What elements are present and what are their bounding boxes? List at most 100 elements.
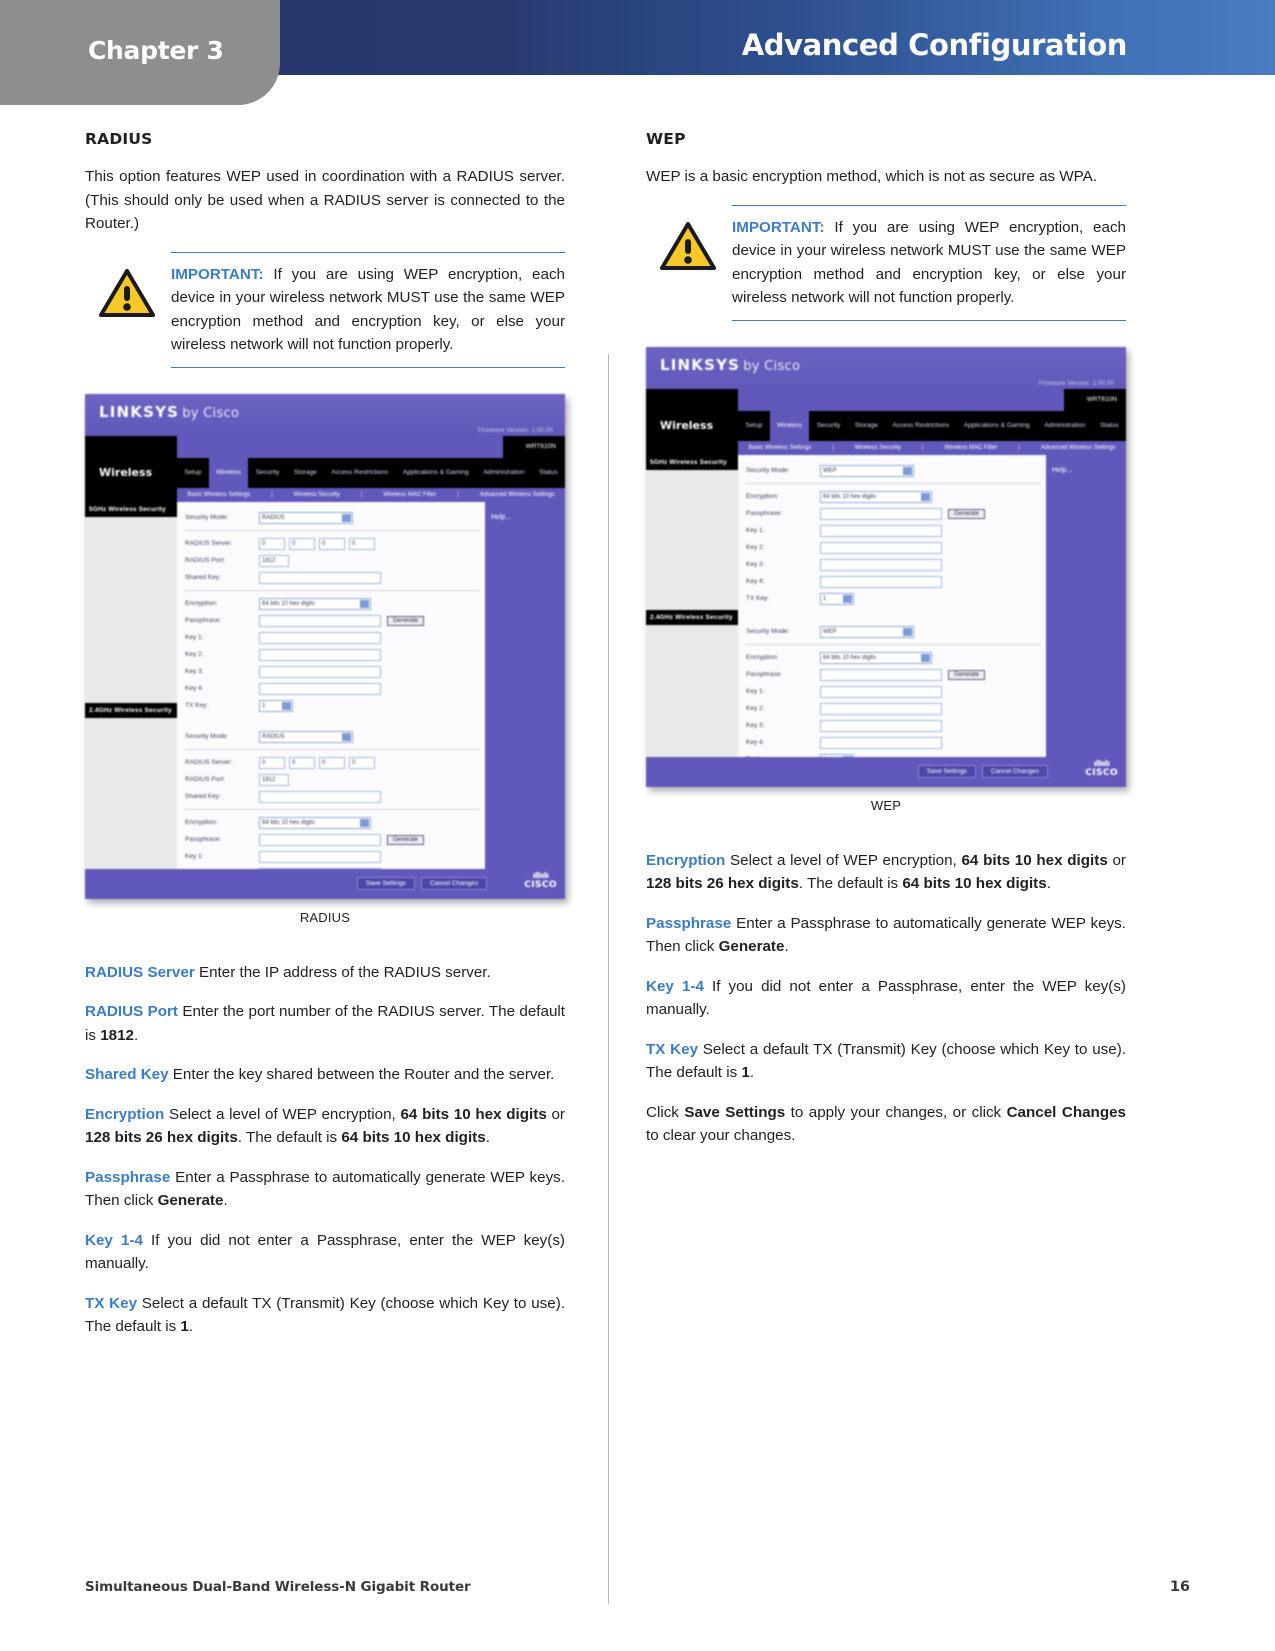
entry-txkey-right: TX Key Select a default TX (Transmit) Ke… (646, 1038, 1126, 1085)
term-label: Passphrase (85, 1168, 171, 1186)
input-key2-5g[interactable] (820, 541, 942, 554)
router-ui-radius: LINKSYS by Cisco Firmware Version: 1.00.0… (85, 393, 565, 899)
select-encryption-5g[interactable]: 64 bits 10 hex digits (259, 597, 371, 610)
warning-triangle-icon (660, 221, 716, 270)
ip-octet-4-24g[interactable]: 0 (349, 756, 375, 769)
input-shared-key-24g[interactable] (259, 790, 381, 803)
subnav-sep-2: | (921, 444, 924, 451)
ip-octet-2-24g[interactable]: 0 (289, 756, 315, 769)
important-callout-wep: IMPORTANT: If you are using WEP encrypti… (646, 204, 1126, 325)
input-key1-5g[interactable] (820, 524, 942, 537)
router-tab-applications-gaming[interactable]: Applications & Gaming (957, 422, 1037, 430)
input-passphrase-24g[interactable] (820, 668, 942, 681)
generate-button-5g[interactable]: Generate (948, 508, 986, 519)
select-security-mode-5g[interactable]: WEP (820, 464, 914, 477)
input-radius-server-5g[interactable]: 0 0 0 0 (259, 537, 375, 550)
input-key3-5g[interactable] (259, 665, 381, 678)
router-tab-security[interactable]: Security (809, 422, 847, 430)
router-tab-administration[interactable]: Administration (1037, 422, 1093, 430)
ip-octet-2-5g[interactable]: 0 (289, 537, 315, 550)
input-key3-5g[interactable] (820, 558, 942, 571)
help-label[interactable]: Help... (1052, 467, 1072, 474)
generate-button-24g[interactable]: Generate (948, 669, 986, 680)
input-passphrase-5g[interactable] (820, 507, 942, 520)
select-txkey-5g[interactable]: 1 (820, 592, 854, 605)
form-row-shared-key-24g: Shared Key: (185, 790, 479, 803)
router-tab-access-restrictions[interactable]: Access Restrictions (885, 422, 956, 430)
router-tab-wireless[interactable]: Wireless (208, 457, 249, 488)
input-passphrase-24g[interactable] (259, 833, 381, 846)
emphasis-text: 64 bits 10 hex digits (961, 851, 1108, 869)
input-key1-24g[interactable] (820, 685, 942, 698)
router-tab-wireless[interactable]: Wireless (769, 410, 810, 441)
router-subtab-advanced-wireless-settings[interactable]: Advanced Wireless Settings (1041, 445, 1116, 451)
router-subtab-wireless-security[interactable]: Wireless Security (294, 492, 340, 498)
input-passphrase-5g[interactable] (259, 614, 381, 627)
input-key2-24g[interactable] (820, 702, 942, 715)
save-settings-button[interactable]: Save Settings (917, 765, 976, 778)
router-subtab-wireless-security[interactable]: Wireless Security (855, 445, 901, 451)
router-tab-setup[interactable]: Setup (177, 469, 209, 477)
router-tab-applications-gaming[interactable]: Applications & Gaming (396, 469, 476, 477)
router-side-panel: 5GHz Wireless Security 2.4GHz Wireless S… (646, 454, 738, 757)
input-key1-24g[interactable] (259, 850, 381, 863)
label-key3-5g: Key 3: (746, 561, 765, 568)
router-subtab-wireless-mac-filter[interactable]: Wireless MAC Filter (383, 492, 436, 498)
router-tab-administration[interactable]: Administration (476, 469, 532, 477)
save-settings-button[interactable]: Save Settings (356, 877, 415, 890)
input-shared-key-5g[interactable] (259, 571, 381, 584)
input-key1-5g[interactable] (259, 631, 381, 644)
router-tab-access-restrictions[interactable]: Access Restrictions (324, 469, 395, 477)
router-subnav-items: Basic Wireless Settings | Wireless Securi… (177, 487, 565, 502)
ip-octet-1-5g[interactable]: 0 (259, 537, 285, 550)
ip-octet-4-5g[interactable]: 0 (349, 537, 375, 550)
select-txkey-5g[interactable]: 1 (259, 699, 293, 712)
router-subtab-basic-wireless-settings[interactable]: Basic Wireless Settings (187, 492, 250, 498)
router-subtab-wireless-mac-filter[interactable]: Wireless MAC Filter (944, 445, 997, 451)
select-encryption-24g[interactable]: 64 bits 10 hex digits (820, 651, 932, 664)
select-security-mode-24g[interactable]: WEP (820, 625, 914, 638)
definition-text: . The default is (237, 1129, 342, 1146)
router-tab-storage[interactable]: Storage (848, 422, 886, 430)
select-security-mode-24g[interactable]: RADIUS (259, 730, 353, 743)
router-tab-storage[interactable]: Storage (287, 469, 325, 477)
router-tab-setup[interactable]: Setup (738, 422, 770, 430)
router-tabs: Setup Wireless Security Storage Access R… (738, 410, 1126, 441)
entry-passphrase-right: Passphrase Enter a Passphrase to automat… (646, 912, 1126, 959)
emphasis-text: 128 bits 26 hex digits (646, 875, 799, 892)
router-tab-status[interactable]: Status (532, 469, 565, 477)
input-key3-24g[interactable] (820, 719, 942, 732)
left-column: RADIUS This option features WEP used in … (85, 130, 565, 1339)
ip-octet-3-5g[interactable]: 0 (319, 537, 345, 550)
input-radius-port-5g[interactable]: 1812 (259, 554, 289, 567)
router-tab-security[interactable]: Security (248, 469, 286, 477)
ip-octet-3-24g[interactable]: 0 (319, 756, 345, 769)
select-encryption-24g[interactable]: 64 bits 10 hex digits (259, 816, 371, 829)
router-subtab-advanced-wireless-settings[interactable]: Advanced Wireless Settings (480, 492, 555, 498)
cancel-changes-button[interactable]: Cancel Changes (420, 877, 487, 890)
emphasis-text: 64 bits 10 hex digits (902, 875, 1047, 892)
ip-octet-1-24g[interactable]: 0 (259, 756, 285, 769)
select-encryption-5g[interactable]: 64 bits 10 hex digits (820, 490, 932, 503)
by-cisco-text: by Cisco (182, 405, 240, 421)
subnav-sep-2: | (360, 491, 363, 498)
router-tab-status[interactable]: Status (1093, 422, 1126, 430)
input-radius-server-24g[interactable]: 0 0 0 0 (259, 756, 375, 769)
generate-button-24g[interactable]: Generate (387, 834, 425, 845)
subnav-sep-3: | (1018, 444, 1020, 451)
side-section-5ghz: 5GHz Wireless Security (646, 454, 738, 470)
input-key2-5g[interactable] (259, 648, 381, 661)
router-subtab-basic-wireless-settings[interactable]: Basic Wireless Settings (748, 445, 811, 451)
form-divider-24g-1 (185, 748, 479, 750)
input-key4-24g[interactable] (820, 736, 942, 749)
select-security-mode-5g[interactable]: RADIUS (259, 511, 353, 524)
generate-button-5g[interactable]: Generate (387, 615, 425, 626)
cancel-changes-button[interactable]: Cancel Changes (981, 765, 1048, 778)
form-divider-5g-1 (185, 529, 479, 531)
input-key4-5g[interactable] (820, 575, 942, 588)
term-label: Passphrase (646, 914, 732, 932)
input-radius-port-24g[interactable]: 1812 (259, 773, 289, 786)
help-label[interactable]: Help... (491, 514, 511, 521)
input-key4-5g[interactable] (259, 682, 381, 695)
form-row-radius-port-24g: RADIUS Port: 1812 (185, 773, 479, 786)
